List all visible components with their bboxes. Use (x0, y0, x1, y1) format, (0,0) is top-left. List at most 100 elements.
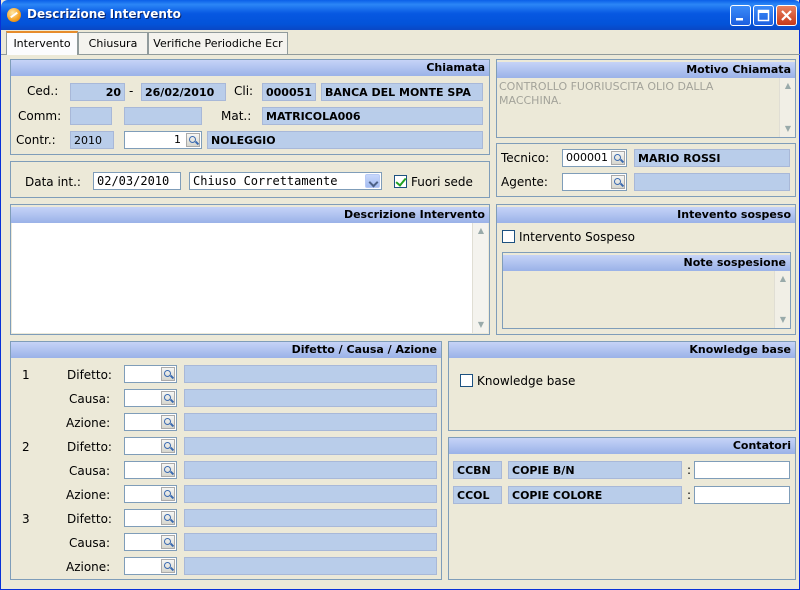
minimize-icon (736, 18, 743, 21)
motivo-textarea[interactable]: CONTROLLO FUORIUSCITA OLIO DALLA MACCHIN… (497, 78, 795, 137)
close-button[interactable] (776, 5, 797, 26)
mat-field[interactable]: MATRICOLA006 (262, 107, 483, 125)
maximize-button[interactable] (753, 5, 774, 26)
scroll-down-icon[interactable]: ▼ (781, 122, 795, 136)
causa-label: Causa: (69, 536, 110, 550)
difetto-1-desc-field[interactable] (184, 365, 437, 383)
ced-number-field[interactable]: 20 (70, 83, 125, 101)
motivo-panel: Motivo Chiamata CONTROLLO FUORIUSCITA OL… (496, 59, 796, 138)
data-int-input[interactable]: 02/03/2010 (93, 172, 181, 190)
difetti-header: Difetto / Causa / Azione (11, 342, 441, 358)
counter-desc: COPIE COLORE (508, 486, 682, 504)
note-sospensione-panel: Note sospesione ▲ ▼ (502, 252, 791, 329)
difetto-2-desc-field[interactable] (184, 437, 437, 455)
tecnico-lookup-icon[interactable] (611, 151, 625, 165)
difetto-3-code-input[interactable] (124, 509, 177, 527)
azione-1-desc-field[interactable] (184, 413, 437, 431)
minimize-button[interactable] (730, 5, 751, 26)
scroll-down-icon[interactable]: ▼ (474, 318, 488, 332)
difetto-1-code-input[interactable] (124, 365, 177, 383)
contr-desc-field[interactable]: NOLEGGIO (207, 131, 483, 149)
lookup-icon[interactable] (161, 367, 175, 381)
difetto-label: Difetto: (67, 512, 112, 526)
cli-code-field[interactable]: 000051 (262, 83, 316, 101)
lookup-icon[interactable] (161, 559, 175, 573)
scroll-up-icon[interactable]: ▲ (776, 272, 790, 286)
counter-bn-input[interactable] (694, 461, 790, 479)
scroll-down-icon[interactable]: ▼ (776, 313, 790, 327)
counter-sep: : (687, 463, 692, 477)
ced-date-field[interactable]: 26/02/2010 (141, 83, 226, 101)
lookup-icon[interactable] (161, 463, 175, 477)
lookup-icon[interactable] (161, 391, 175, 405)
azione-label: Azione: (66, 488, 111, 502)
descrizione-textarea[interactable]: ▲ ▼ (12, 223, 488, 333)
status-select[interactable]: Chiuso Correttamente (189, 172, 382, 190)
azione-3-code-input[interactable] (124, 557, 177, 575)
azione-2-desc-field[interactable] (184, 485, 437, 503)
causa-3-desc-field[interactable] (184, 533, 437, 551)
sospeso-header: Intevento sospeso (497, 207, 795, 223)
azione-2-code-input[interactable] (124, 485, 177, 503)
cli-name-field[interactable]: BANCA DEL MONTE SPA (321, 83, 483, 101)
scroll-up-icon[interactable]: ▲ (781, 79, 795, 93)
note-sospensione-header: Note sospesione (503, 255, 790, 271)
maximize-icon (757, 9, 770, 22)
tab-verifiche[interactable]: Verifiche Periodiche Ecr (148, 32, 288, 54)
scroll-up-icon[interactable]: ▲ (474, 224, 488, 238)
lookup-icon[interactable] (161, 439, 175, 453)
mat-label: Mat.: (221, 109, 252, 123)
contr-number-value: 1 (174, 133, 181, 146)
knowledge-header: Knowledge base (449, 342, 795, 358)
group-number: 3 (22, 512, 30, 526)
contr-label: Contr.: (16, 133, 56, 147)
lookup-icon[interactable] (161, 511, 175, 525)
causa-label: Causa: (69, 464, 110, 478)
contr-lookup-icon[interactable] (186, 133, 200, 147)
tecnico-code-input[interactable]: 000001 (562, 149, 627, 167)
azione-1-code-input[interactable] (124, 413, 177, 431)
title-bar[interactable]: Descrizione Intervento (1, 0, 800, 30)
agente-lookup-icon[interactable] (611, 175, 625, 189)
causa-3-code-input[interactable] (124, 533, 177, 551)
tab-strip-line (1, 54, 800, 55)
azione-3-desc-field[interactable] (184, 557, 437, 575)
causa-1-code-input[interactable] (124, 389, 177, 407)
fuori-sede-label[interactable]: Fuori sede (411, 175, 473, 189)
difetto-2-code-input[interactable] (124, 437, 177, 455)
contr-number-input[interactable]: 1 (124, 131, 202, 149)
tab-chiusura[interactable]: Chiusura (78, 32, 148, 54)
lookup-icon[interactable] (161, 535, 175, 549)
counter-sep: : (687, 488, 692, 502)
causa-2-code-input[interactable] (124, 461, 177, 479)
causa-1-desc-field[interactable] (184, 389, 437, 407)
lookup-icon[interactable] (161, 487, 175, 501)
difetto-3-desc-field[interactable] (184, 509, 437, 527)
contr-year-field[interactable]: 2010 (70, 131, 114, 149)
agente-name-field[interactable] (634, 173, 790, 191)
lookup-icon[interactable] (161, 415, 175, 429)
note-sospensione-textarea[interactable]: ▲ ▼ (503, 271, 790, 328)
cli-label: Cli: (234, 84, 254, 98)
causa-2-desc-field[interactable] (184, 461, 437, 479)
agente-code-input[interactable] (562, 173, 627, 191)
window-title: Descrizione Intervento (27, 7, 181, 21)
tecnico-name-field[interactable]: MARIO ROSSI (634, 149, 790, 167)
close-icon (781, 10, 792, 21)
note-scrollbar[interactable]: ▲ ▼ (774, 271, 790, 328)
motivo-scrollbar[interactable]: ▲ ▼ (779, 78, 795, 137)
sospeso-checkbox[interactable] (502, 230, 515, 243)
counter-color-input[interactable] (694, 486, 790, 504)
chevron-down-icon[interactable] (365, 174, 380, 188)
tab-intervento[interactable]: Intervento (6, 31, 78, 55)
knowledge-checkbox[interactable] (460, 374, 473, 387)
descrizione-header: Descrizione Intervento (11, 207, 489, 223)
fuori-sede-checkbox[interactable] (394, 175, 407, 188)
knowledge-label[interactable]: Knowledge base (477, 374, 575, 388)
group-number: 2 (22, 440, 30, 454)
sospeso-label[interactable]: Intervento Sospeso (519, 230, 635, 244)
comm-desc-field[interactable] (124, 107, 202, 125)
comm-code-field[interactable] (70, 107, 112, 125)
descrizione-scrollbar[interactable]: ▲ ▼ (472, 223, 488, 333)
counter-code: CCBN (453, 461, 502, 479)
